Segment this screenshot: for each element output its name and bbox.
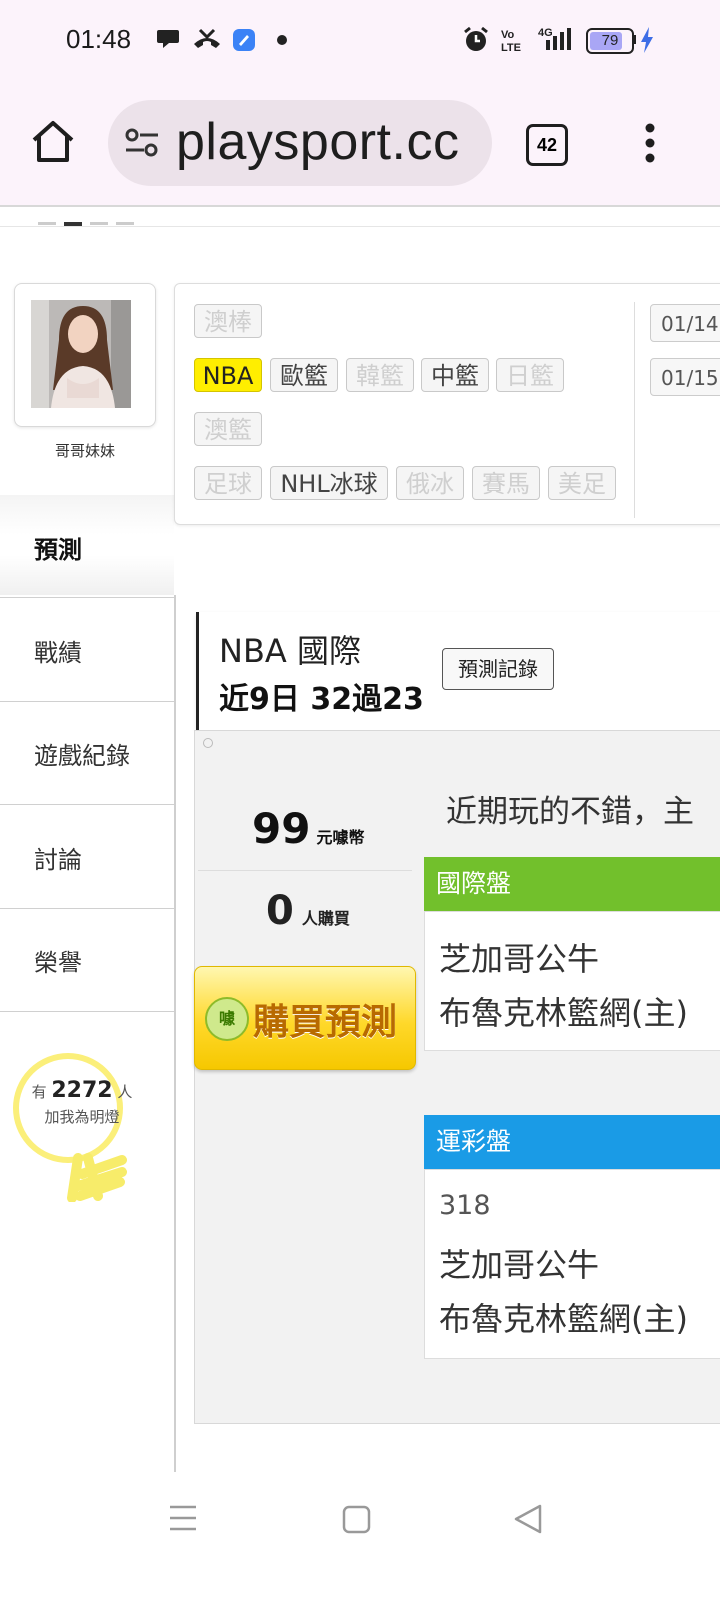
- column-divider: [174, 595, 176, 1475]
- lottery-odds-header: 運彩盤: [424, 1115, 720, 1169]
- buy-prediction-label: 購買預測: [253, 1002, 398, 1043]
- recent-record: 近9日 32過23: [219, 682, 424, 717]
- back-icon[interactable]: [514, 1503, 544, 1535]
- svg-text:LTE: LTE: [501, 42, 521, 54]
- lottery-team-away: 芝加哥公牛: [439, 1246, 600, 1284]
- nav-divider: [0, 804, 174, 805]
- league-title: NBA 國際: [219, 632, 361, 670]
- sport-chip-aus-baseball[interactable]: 澳棒: [194, 304, 262, 338]
- battery-level: 79: [601, 32, 619, 49]
- charging-icon: [641, 27, 653, 53]
- tab-switcher-button[interactable]: 42: [526, 124, 568, 166]
- sport-chip-american-football[interactable]: 美足: [548, 466, 616, 500]
- alarm-icon: [464, 26, 488, 51]
- nav-divider: [0, 701, 174, 702]
- sport-chip-korea-basketball[interactable]: 韓籃: [346, 358, 414, 392]
- price-unit: 元噱幣: [316, 828, 365, 847]
- date-chip[interactable]: 01/14: [650, 304, 720, 342]
- status-time: 01:48: [66, 24, 132, 54]
- analyst-comment: 近期玩的不錯，主: [446, 794, 694, 830]
- intl-team-away: 芝加哥公牛: [439, 940, 600, 978]
- nav-divider: [0, 908, 174, 909]
- header-divider: [0, 226, 720, 227]
- lottery-team-home: 布魯克林籃網(主): [439, 1300, 688, 1338]
- lottery-odds-box: 318 芝加哥公牛 布魯克林籃網(主): [424, 1169, 720, 1359]
- site-settings-icon[interactable]: [124, 126, 160, 160]
- fans-suffix: 人: [117, 1083, 133, 1101]
- sidebar-item-game-log[interactable]: 遊戲紀錄: [34, 736, 130, 771]
- buy-prediction-button[interactable]: 噱 購買預測: [194, 966, 416, 1070]
- buyers-count: 0: [266, 888, 294, 934]
- intl-team-home: 布魯克林籃網(主): [439, 994, 688, 1032]
- recent-apps-icon[interactable]: [168, 1503, 198, 1533]
- url-text[interactable]: playsport.cc: [176, 112, 476, 172]
- price-divider: [198, 870, 412, 871]
- sport-chip-nba[interactable]: NBA: [194, 358, 262, 392]
- price-value: 99: [252, 804, 311, 853]
- toolbar-divider: [0, 205, 720, 207]
- battery-tip: [633, 35, 636, 44]
- sport-chip-horse-racing[interactable]: 賽馬: [472, 466, 540, 500]
- fans-caption: 加我為明燈: [44, 1108, 120, 1126]
- battery-icon: 79: [586, 28, 634, 54]
- home-icon[interactable]: [30, 118, 76, 166]
- sport-chip-soccer[interactable]: 足球: [194, 466, 262, 500]
- sidebar-item-predict-active-bg: [0, 495, 174, 595]
- sport-chip-china-basketball[interactable]: 中籃: [421, 358, 489, 392]
- buyers-unit: 人購買: [301, 909, 350, 928]
- intl-odds-box: 芝加哥公牛 布魯克林籃網(主): [424, 911, 720, 1051]
- more-menu-icon[interactable]: [640, 122, 660, 166]
- fans-prefix: 有: [31, 1083, 47, 1101]
- svg-text:4G: 4G: [538, 27, 553, 39]
- volte-icon: VoLTE: [501, 29, 521, 54]
- sidebar-item-discussion[interactable]: 討論: [34, 840, 82, 875]
- price: 99 元噱幣: [252, 804, 364, 853]
- scroll-indicator: [90, 222, 108, 225]
- system-nav-bar: [0, 1472, 720, 1604]
- date-chip[interactable]: 01/15: [650, 358, 720, 396]
- home-nav-icon[interactable]: [342, 1505, 372, 1535]
- coin-icon: 噱: [205, 997, 249, 1041]
- sidebar-item-record[interactable]: 戰績: [34, 633, 82, 668]
- scroll-indicator: [116, 222, 134, 225]
- sport-chip-euro-basketball[interactable]: 歐籃: [270, 358, 338, 392]
- buyers: 0 人購買: [266, 888, 350, 934]
- svg-text:Vo: Vo: [501, 29, 515, 41]
- more-notifications-icon: [277, 35, 287, 45]
- sidebar: [0, 491, 174, 1591]
- chat-icon: [157, 30, 179, 48]
- pin-icon: [203, 738, 213, 748]
- fans-line: 有 2272 人: [22, 1078, 142, 1103]
- nav-divider: [0, 1011, 174, 1012]
- fans-count: 2272: [51, 1078, 113, 1103]
- user-name[interactable]: 哥哥妹妹: [0, 440, 170, 461]
- sport-chip-russia-hockey[interactable]: 俄冰: [396, 466, 464, 500]
- sport-chip-japan-basketball[interactable]: 日籃: [496, 358, 564, 392]
- prediction-header: NBA 國際 近9日 32過23 預測記錄: [196, 612, 720, 730]
- missed-call-icon: [194, 28, 220, 48]
- avatar-card[interactable]: [14, 283, 156, 427]
- avatar[interactable]: [31, 300, 131, 408]
- sidebar-item-predict[interactable]: 預測: [34, 530, 82, 565]
- app-notification-icon: [233, 29, 255, 51]
- nav-divider: [0, 597, 174, 598]
- panel-divider: [634, 302, 635, 518]
- scroll-indicator: [38, 222, 56, 225]
- sport-chip-aus-basketball[interactable]: 澳籃: [194, 412, 262, 446]
- game-number: 318: [439, 1190, 491, 1221]
- sport-chip-nhl[interactable]: NHL冰球: [270, 466, 388, 500]
- prediction-history-button[interactable]: 預測記錄: [442, 648, 554, 690]
- signal-icon: 4G: [538, 27, 571, 50]
- sidebar-item-honor[interactable]: 榮譽: [34, 943, 82, 978]
- intl-odds-header: 國際盤: [424, 857, 720, 911]
